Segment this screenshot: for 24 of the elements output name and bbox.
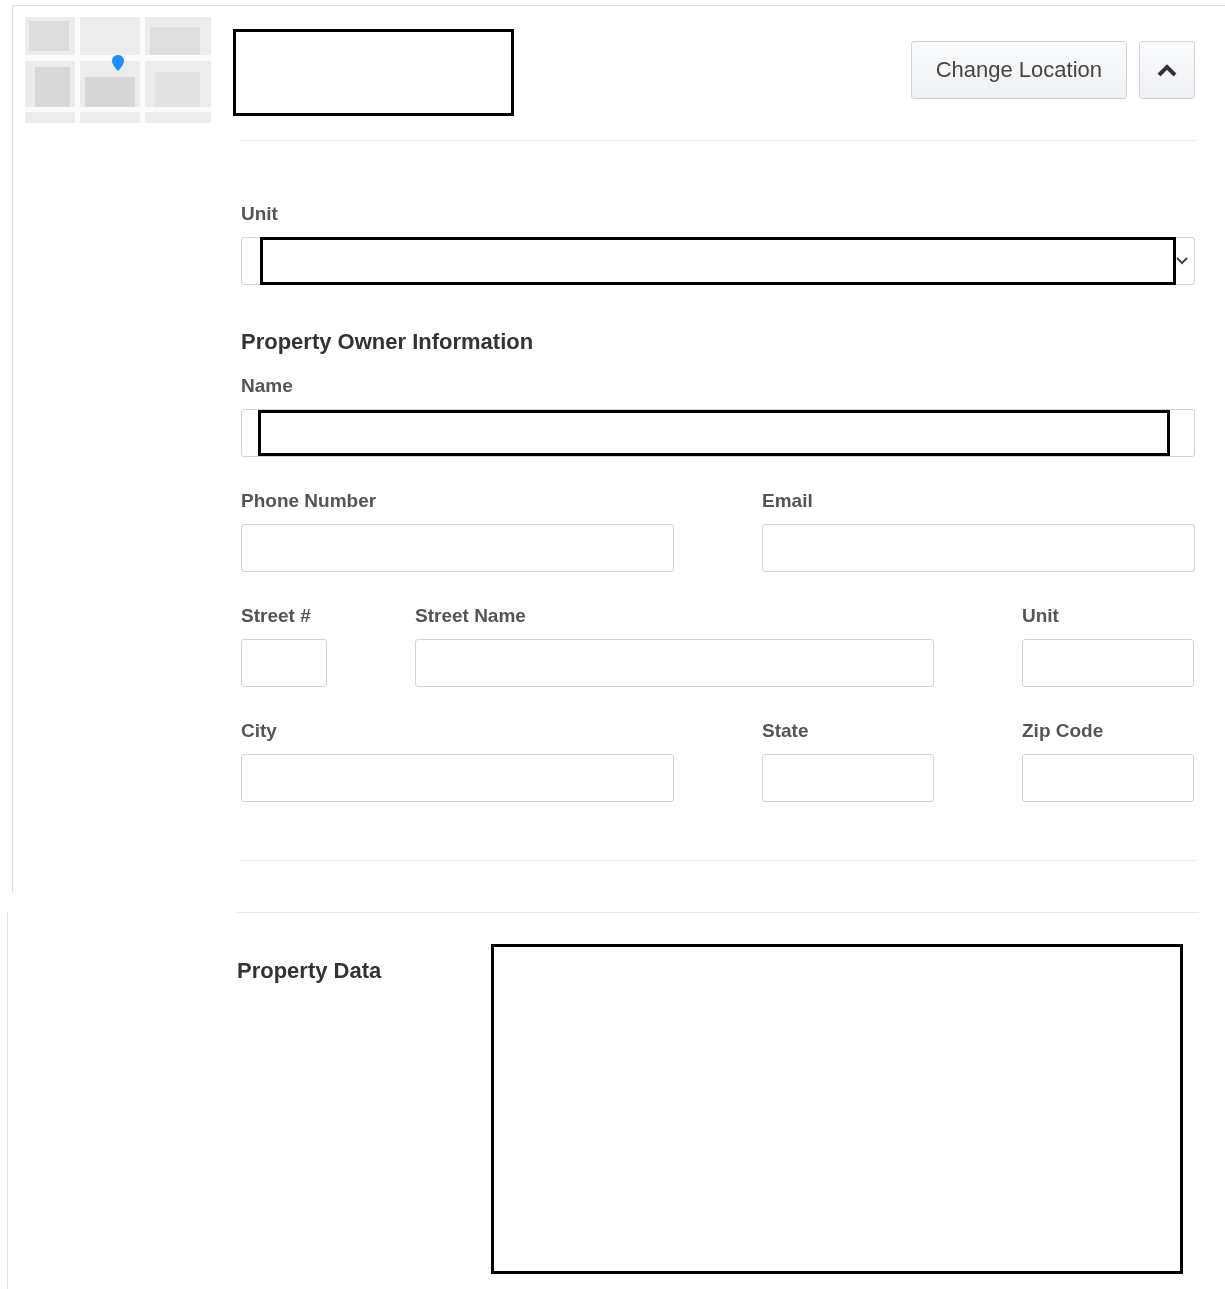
field-label: Email bbox=[762, 490, 814, 512]
field-label: Street # bbox=[241, 605, 312, 627]
collapse-button[interactable] bbox=[1139, 41, 1195, 99]
chevron-down-icon bbox=[1176, 257, 1188, 265]
field-label: Unit bbox=[241, 203, 279, 225]
input-field[interactable] bbox=[762, 524, 1195, 572]
field-label: Zip Code bbox=[1022, 720, 1105, 742]
section-title: Property Data bbox=[237, 958, 383, 985]
input-field[interactable] bbox=[1022, 754, 1194, 802]
field-label: Phone Number bbox=[241, 490, 378, 512]
input-field[interactable] bbox=[415, 639, 934, 687]
chevron-up-icon bbox=[1157, 63, 1177, 77]
field-label: Name bbox=[241, 375, 294, 397]
field-label: Street Name bbox=[415, 605, 527, 627]
field-label: Unit bbox=[1022, 605, 1060, 627]
input-field[interactable] bbox=[241, 639, 327, 687]
input-field[interactable] bbox=[762, 754, 934, 802]
field-label: City bbox=[241, 720, 278, 742]
input-field[interactable] bbox=[241, 524, 674, 572]
input-field[interactable] bbox=[1022, 639, 1194, 687]
field-label: State bbox=[762, 720, 810, 742]
change-location-button[interactable]: Change Location bbox=[910, 41, 1127, 99]
section-title: Property Owner Information bbox=[241, 329, 535, 355]
input-field[interactable] bbox=[241, 754, 674, 802]
